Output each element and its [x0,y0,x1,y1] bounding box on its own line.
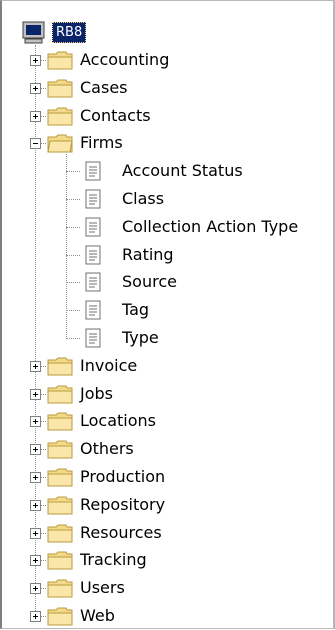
tree-node-label: Firms [80,133,123,153]
folder-icon [47,78,73,98]
tree-node-label: Invoice [80,355,138,375]
tree-connector [66,254,80,256]
expand-toggle-icon[interactable] [30,388,41,400]
tree-node-label: Repository [80,494,166,514]
document-icon [84,189,102,209]
expand-toggle-icon[interactable] [30,110,41,122]
folder-icon [47,384,73,404]
tree-leaf-label: Class [122,189,165,208]
folder-icon [47,606,73,626]
computer-icon [22,21,46,45]
tree-connector [66,310,80,312]
tree-panel: RB8 Accounting Cases Contacts Firms Acco… [0,0,335,629]
folder-icon [47,411,73,431]
expand-toggle-icon[interactable] [30,360,41,372]
tree-node-label: Users [80,578,125,598]
tree-node-label: Tracking [80,550,147,570]
folder-icon [47,523,73,543]
expand-toggle-icon[interactable] [30,499,41,511]
folder-icon [47,439,73,459]
expand-toggle-icon[interactable] [30,416,41,428]
tree-node-label: Cases [80,77,128,97]
tree-connector [66,171,80,173]
tree-leaf-label: Collection Action Type [122,216,299,236]
tree-leaf-label: Account Status [122,161,243,181]
folder-icon [47,578,73,598]
tree-node-label: Contacts [80,105,151,125]
tree-node-label: Jobs [80,383,113,403]
folder-icon [47,356,73,376]
tree-leaf-label: Rating [122,244,174,264]
tree-root-rb8[interactable]: RB8 [52,22,87,43]
folder-icon [47,467,73,487]
tree-node-label: Accounting [80,50,170,69]
open-folder-icon [47,133,73,153]
tree-connector [66,338,80,339]
expand-toggle-icon[interactable] [30,527,41,539]
collapse-toggle-icon[interactable] [30,138,41,150]
tree-node-label: Production [80,467,166,486]
expand-toggle-icon[interactable] [30,55,41,66]
expand-toggle-icon[interactable] [30,472,41,483]
expand-toggle-icon[interactable] [30,611,41,622]
tree-node-label: Others [80,439,134,459]
tree-connector [66,282,80,284]
document-icon [84,300,102,320]
document-icon [84,161,102,181]
expand-toggle-icon[interactable] [30,82,41,94]
document-icon [84,328,102,348]
tree-node-label: Locations [80,411,157,431]
folder-icon [47,106,73,126]
document-icon [84,217,102,237]
folder-icon [47,550,73,570]
folder-icon [47,495,73,515]
document-icon [84,272,102,292]
expand-toggle-icon[interactable] [30,583,41,595]
expand-toggle-icon[interactable] [30,444,41,456]
firms-children-line [66,154,67,339]
tree-node-label: Resources [80,522,162,542]
tree-leaf-label: Source [122,272,177,292]
tree-connector [66,226,80,228]
tree-node-label: Web [80,606,115,625]
expand-toggle-icon[interactable] [30,555,41,567]
tree-leaf-label: Type [122,328,159,347]
navigation-tree: RB8 Accounting Cases Contacts Firms Acco… [2,1,333,628]
document-icon [84,245,102,265]
folder-icon [47,50,73,70]
tree-connector [66,199,80,200]
tree-leaf-label: Tag [122,300,150,320]
